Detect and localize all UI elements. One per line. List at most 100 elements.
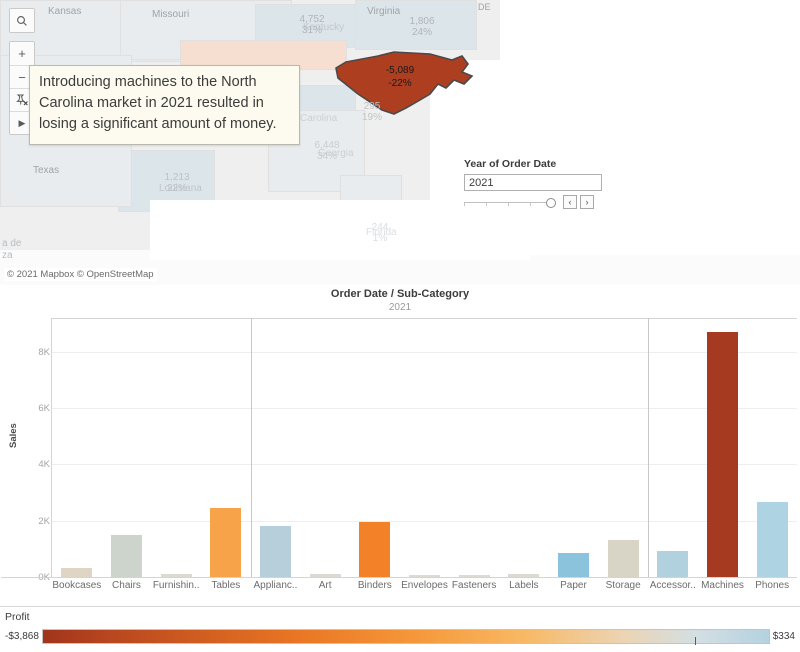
- y-tick-label: 4K: [38, 459, 50, 471]
- map-label-partial-1: a de: [2, 238, 22, 249]
- year-slider-track[interactable]: [464, 196, 560, 208]
- plot-area[interactable]: Bookcases Chairs Furnishin.. Tables Applianc…: [1, 318, 797, 591]
- map-label-virginia: Virginia: [367, 6, 401, 17]
- map-value-kentucky: 4,752 31%: [290, 14, 334, 36]
- chart-subtitle: 2021: [388, 302, 412, 313]
- x-axis-label: Chairs: [112, 580, 141, 591]
- nc-profit-percent: -22%: [388, 78, 412, 89]
- map-value-florida: 244 1%: [363, 222, 397, 244]
- map-panel[interactable]: -5,089 -22% Kansas Missouri Texas Virgin…: [0, 0, 800, 286]
- gridline: [52, 464, 797, 466]
- x-axis-label: Labels: [509, 580, 539, 591]
- year-of-order-date-filter[interactable]: Year of Order Date 2021 ‹ ›: [464, 158, 604, 209]
- x-axis-label: Accessor..: [649, 580, 696, 591]
- map-label-missouri: Missouri: [152, 9, 190, 20]
- year-slider-row[interactable]: ‹ ›: [464, 195, 604, 209]
- year-slider-tick: [486, 203, 487, 206]
- x-axis-label: Furnishin..: [152, 580, 200, 591]
- x-axis-label: Paper: [560, 580, 587, 591]
- x-axis-label: Envelopes: [401, 580, 448, 591]
- map-annotation-tooltip: Introducing machines to the North Caroli…: [29, 65, 300, 145]
- bar-chairs[interactable]: [111, 534, 142, 577]
- bar-bookcases[interactable]: [61, 568, 93, 577]
- year-slider-tick: [508, 203, 509, 206]
- bar-tables[interactable]: [210, 508, 242, 577]
- map-value-south-carolina: 295 19%: [355, 101, 389, 123]
- legend-marker: [695, 637, 697, 645]
- map-value-kentucky-percent: 31%: [301, 25, 322, 36]
- map-value-georgia-percent: 34%: [316, 151, 337, 162]
- gridline: [52, 408, 797, 410]
- map-state-north-carolina-value: -5,089 -22%: [370, 64, 430, 90]
- nc-profit-value: -5,089: [385, 65, 415, 76]
- bar-fasteners[interactable]: [458, 575, 490, 577]
- legend-max-value: $334: [772, 631, 795, 642]
- map-value-georgia-amount: 6,448: [314, 140, 340, 151]
- x-axis-label: Fasteners: [451, 580, 497, 591]
- map-label-kansas: Kansas: [48, 6, 82, 17]
- map-value-kentucky-amount: 4,752: [299, 14, 325, 25]
- year-filter-title: Year of Order Date: [464, 158, 557, 170]
- map-label-carolina: Carolina: [300, 113, 338, 124]
- map-value-florida-amount: 244: [371, 222, 389, 233]
- bar-phones[interactable]: [756, 502, 788, 577]
- legend-title: Profit: [5, 611, 30, 623]
- profit-legend-panel: Profit -$3,868 $334: [0, 606, 800, 652]
- category-group-divider: [250, 318, 252, 577]
- y-tick-label: 8K: [38, 346, 50, 358]
- bar-machines[interactable]: [707, 332, 738, 577]
- map-search-button[interactable]: [9, 8, 35, 33]
- bar-accessor[interactable]: [657, 551, 689, 577]
- year-slider-tick: [464, 203, 465, 206]
- zoom-in-button[interactable]: +: [10, 42, 34, 65]
- bar-applianc[interactable]: [260, 526, 291, 577]
- map-value-south-carolina-percent: 19%: [361, 112, 382, 123]
- pin-clear-icon-glyph: [16, 94, 28, 106]
- map-label-partial-2: za: [2, 250, 13, 261]
- year-slider-tick: [530, 203, 531, 206]
- axis-baseline: [1, 577, 797, 578]
- bar-chart-panel[interactable]: Order Date / Sub-Category 2021 Sales 0K2…: [0, 285, 800, 605]
- x-axis-label: Bookcases: [52, 580, 102, 591]
- map-value-virginia: 1,806 24%: [400, 16, 444, 38]
- x-axis-label: Art: [318, 580, 332, 591]
- gridline: [52, 351, 797, 353]
- bar-binders[interactable]: [359, 522, 391, 577]
- search-icon[interactable]: [10, 9, 34, 32]
- plot-wrapper: Sales 0K2K4K6K8K BookcasesChairsFurnishi…: [0, 318, 800, 605]
- category-group-divider: [648, 318, 649, 577]
- x-axis-label: Storage: [605, 580, 641, 591]
- map-value-south-carolina-amount: 295: [363, 101, 381, 112]
- bar-art[interactable]: [309, 573, 341, 577]
- bar-envelopes[interactable]: [409, 575, 440, 577]
- map-value-louisiana: 1,213 22%: [155, 172, 199, 194]
- bar-storage[interactable]: [607, 540, 639, 577]
- year-input[interactable]: 2021: [464, 174, 602, 191]
- map-label-texas: Texas: [33, 165, 60, 176]
- x-axis-label: Binders: [357, 580, 392, 591]
- axis-top-line: [52, 318, 797, 319]
- map-value-florida-percent: 1%: [372, 233, 388, 244]
- x-axis-label: Applianc..: [253, 580, 298, 591]
- map-value-virginia-amount: 1,806: [409, 16, 435, 27]
- x-axis-label: Tables: [211, 580, 241, 591]
- map-value-louisiana-amount: 1,213: [164, 172, 190, 183]
- map-water-north-atlantic: [500, 0, 800, 70]
- year-slider-handle[interactable]: [546, 198, 556, 208]
- legend-row: -$3,868 $334: [0, 629, 800, 645]
- chart-title: Order Date / Sub-Category: [330, 288, 470, 300]
- map-value-georgia: 6,448 34%: [305, 140, 349, 162]
- y-tick-label: 2K: [38, 515, 50, 527]
- map-attribution: © 2021 Mapbox © OpenStreetMap: [4, 268, 157, 281]
- bar-labels[interactable]: [508, 574, 540, 577]
- map-value-louisiana-percent: 22%: [166, 183, 187, 194]
- legend-color-gradient[interactable]: [41, 629, 770, 645]
- year-next-button[interactable]: ›: [580, 195, 594, 209]
- legend-min-value: -$3,868: [5, 631, 39, 642]
- map-value-virginia-percent: 24%: [411, 27, 432, 38]
- map-label-delaware: DE: [478, 2, 491, 12]
- bar-paper[interactable]: [558, 552, 589, 577]
- bar-furnishin[interactable]: [160, 573, 192, 577]
- year-slider-line: [464, 202, 554, 203]
- year-previous-button[interactable]: ‹: [563, 195, 577, 209]
